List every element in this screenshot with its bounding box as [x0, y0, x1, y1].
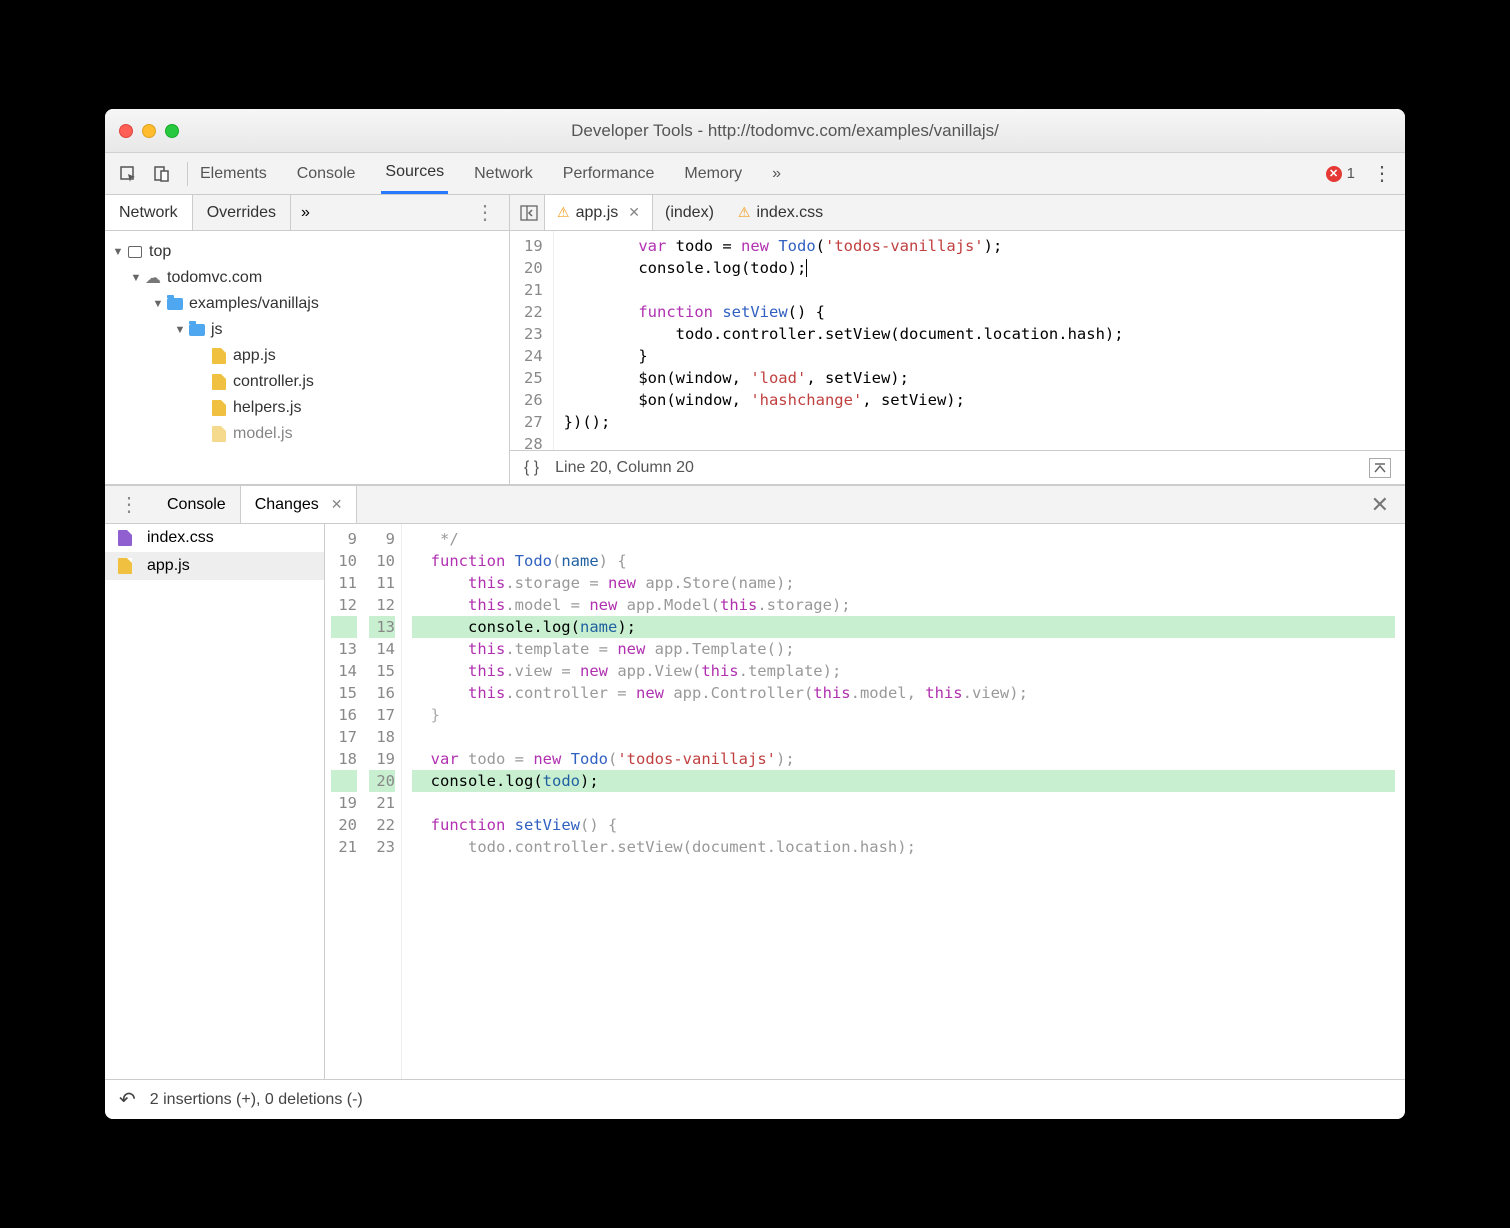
nav-tab-overrides[interactable]: Overrides — [193, 195, 291, 230]
editor-pane: ⚠app.js✕ (index) ⚠index.css 192021222324… — [510, 195, 1405, 484]
close-window-button[interactable] — [119, 124, 133, 138]
js-file-icon — [209, 400, 229, 416]
folder-icon — [165, 296, 185, 312]
tree-file[interactable]: helpers.js — [111, 395, 503, 421]
file-tree: ▼top ▼todomvc.com ▼examples/vanillajs ▼j… — [105, 231, 509, 484]
changes-summary: 2 insertions (+), 0 deletions (-) — [150, 1091, 363, 1109]
changed-file[interactable]: index.css — [105, 524, 324, 552]
changed-file[interactable]: app.js — [105, 552, 324, 580]
tree-folder-examples[interactable]: ▼examples/vanillajs — [111, 291, 503, 317]
drawer-tabs: ⋮ Console Changes✕ ✕ — [105, 486, 1405, 524]
diff-view[interactable]: 9101112131415161718192021910111213141516… — [325, 524, 1405, 1079]
warning-icon: ⚠ — [557, 204, 570, 221]
minimize-window-button[interactable] — [142, 124, 156, 138]
navigator-tabs: Network Overrides » ⋮ — [105, 195, 509, 231]
changed-files-list: index.css app.js — [105, 524, 325, 1079]
pretty-print-icon[interactable]: { } — [524, 459, 539, 477]
revert-icon[interactable]: ↶ — [119, 1087, 136, 1112]
close-tab-icon[interactable]: ✕ — [628, 204, 640, 221]
tree-file[interactable]: app.js — [111, 343, 503, 369]
navigator-pane: Network Overrides » ⋮ ▼top ▼todomvc.com … — [105, 195, 510, 484]
tab-sources[interactable]: Sources — [381, 153, 448, 194]
titlebar: Developer Tools - http://todomvc.com/exa… — [105, 109, 1405, 153]
close-tab-icon[interactable]: ✕ — [331, 496, 343, 513]
editor-tab-indexcss[interactable]: ⚠index.css — [726, 195, 835, 230]
drawer-tab-console[interactable]: Console — [153, 486, 240, 523]
cursor-position: Line 20, Column 20 — [555, 459, 694, 477]
source-editor[interactable]: 19202122232425262728 var todo = new Todo… — [510, 231, 1405, 450]
editor-tab-index[interactable]: (index) — [653, 195, 726, 230]
inspect-element-icon[interactable] — [115, 161, 141, 187]
css-file-icon — [115, 530, 135, 546]
close-drawer-icon[interactable]: ✕ — [1355, 492, 1405, 518]
tree-folder-js[interactable]: ▼js — [111, 317, 503, 343]
nav-options-icon[interactable]: ⋮ — [461, 200, 509, 225]
toggle-navigator-icon[interactable] — [514, 199, 544, 227]
editor-statusbar: { } Line 20, Column 20 — [510, 450, 1405, 484]
changes-panel: index.css app.js 91011121314151617181920… — [105, 524, 1405, 1079]
tab-network[interactable]: Network — [470, 153, 537, 194]
panel-tabs: Elements Console Sources Network Perform… — [196, 153, 785, 194]
js-file-icon — [209, 426, 229, 442]
error-count: 1 — [1347, 165, 1355, 182]
js-file-icon — [115, 558, 135, 574]
devtools-window: Developer Tools - http://todomvc.com/exa… — [105, 109, 1405, 1119]
traffic-lights — [119, 124, 179, 138]
tree-file[interactable]: controller.js — [111, 369, 503, 395]
tab-console[interactable]: Console — [293, 153, 360, 194]
main-toolbar: Elements Console Sources Network Perform… — [105, 153, 1405, 195]
editor-tabs: ⚠app.js✕ (index) ⚠index.css — [510, 195, 1405, 231]
nav-tab-more[interactable]: » — [291, 204, 320, 222]
settings-menu-icon[interactable]: ⋮ — [1369, 161, 1395, 187]
tab-more[interactable]: » — [768, 153, 785, 194]
drawer: ⋮ Console Changes✕ ✕ index.css app.js 91… — [105, 485, 1405, 1119]
zoom-window-button[interactable] — [165, 124, 179, 138]
tree-domain[interactable]: ▼todomvc.com — [111, 265, 503, 291]
tree-top[interactable]: ▼top — [111, 239, 503, 265]
nav-tab-network[interactable]: Network — [105, 195, 193, 230]
tab-memory[interactable]: Memory — [680, 153, 746, 194]
js-file-icon — [209, 374, 229, 390]
cloud-icon — [143, 270, 163, 286]
tab-elements[interactable]: Elements — [196, 153, 271, 194]
tab-performance[interactable]: Performance — [559, 153, 659, 194]
warning-icon: ⚠ — [738, 204, 751, 221]
drawer-options-icon[interactable]: ⋮ — [105, 492, 153, 517]
drawer-tab-changes[interactable]: Changes✕ — [240, 486, 358, 523]
changes-statusbar: ↶ 2 insertions (+), 0 deletions (-) — [105, 1079, 1405, 1119]
tree-file[interactable]: model.js — [111, 421, 503, 447]
error-icon: ✕ — [1326, 166, 1342, 182]
editor-tab-appjs[interactable]: ⚠app.js✕ — [544, 195, 653, 230]
error-indicator[interactable]: ✕ 1 — [1326, 165, 1355, 182]
device-toggle-icon[interactable] — [149, 161, 175, 187]
toggle-details-icon[interactable] — [1369, 458, 1391, 478]
folder-icon — [187, 322, 207, 338]
window-title: Developer Tools - http://todomvc.com/exa… — [179, 121, 1391, 141]
js-file-icon — [209, 348, 229, 364]
sources-panel: Network Overrides » ⋮ ▼top ▼todomvc.com … — [105, 195, 1405, 485]
